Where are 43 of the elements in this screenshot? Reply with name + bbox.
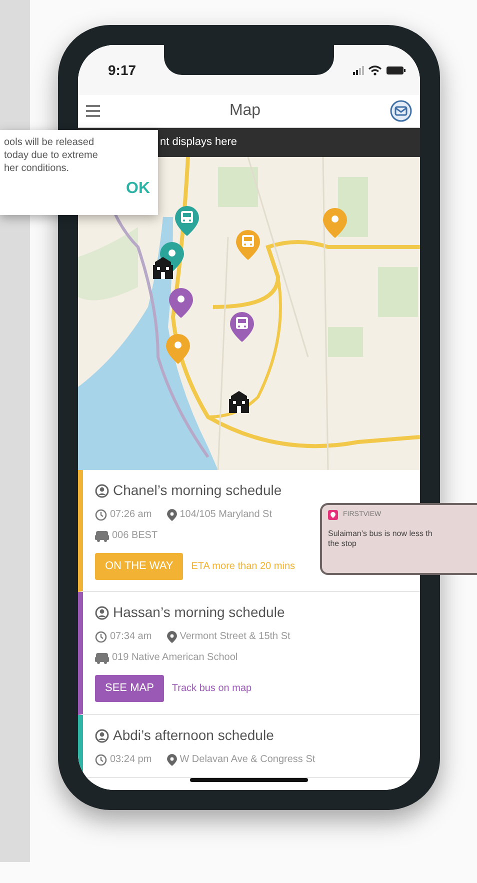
status-button[interactable]: SEE MAP — [95, 675, 164, 702]
schedule-card[interactable]: Hassan’s morning schedule 07:34 am Vermont Street & 15th St 019 Native American School SEE MAP Track bus on map — [78, 592, 420, 715]
clock-icon — [95, 630, 107, 642]
status-note: ETA more than 20 mins — [191, 560, 295, 574]
location-icon — [166, 754, 177, 766]
stop-address: 104/105 Maryland St — [180, 508, 272, 522]
screen-title: Map — [229, 101, 261, 121]
status-time: 9:17 — [108, 60, 136, 80]
bus-pin-icon[interactable] — [235, 229, 261, 261]
notification-text: the stop — [328, 538, 358, 548]
stop-address: Vermont Street & 15th St — [180, 630, 290, 644]
bus-icon — [95, 652, 109, 664]
alert-text: her conditions. — [4, 162, 70, 175]
location-icon — [166, 630, 177, 642]
schedule-title: Hassan’s morning schedule — [113, 603, 285, 622]
user-icon — [95, 728, 109, 742]
bus-pin-icon[interactable] — [229, 311, 255, 343]
pickup-time: 07:34 am — [110, 630, 152, 644]
location-icon — [166, 508, 177, 520]
bus-icon — [95, 530, 109, 542]
schedule-title: Abdi’s afternoon schedule — [113, 726, 274, 745]
school-icon — [152, 257, 174, 279]
bus-name: 006 BEST — [112, 529, 158, 543]
pickup-time: 03:24 pm — [110, 753, 152, 767]
mail-icon[interactable] — [390, 100, 412, 122]
wifi-icon — [368, 64, 382, 76]
user-icon — [95, 606, 109, 620]
alert-text: ools will be released — [4, 136, 96, 149]
status-note: Track bus on map — [172, 682, 252, 696]
bus-name: 019 Native American School — [112, 651, 238, 665]
battery-icon — [386, 66, 406, 74]
app-icon — [328, 510, 338, 520]
stop-address: W Delavan Ave & Congress St — [180, 753, 316, 767]
clock-icon — [95, 508, 107, 520]
menu-icon[interactable] — [86, 105, 100, 117]
alert-text: today due to extreme — [4, 149, 99, 162]
pickup-time: 07:26 am — [110, 508, 152, 522]
announcement-text: nt displays here — [160, 135, 238, 150]
schedule-title: Chanel’s morning schedule — [113, 481, 282, 500]
clock-icon — [95, 754, 107, 766]
school-icon — [228, 391, 250, 413]
signal-icon — [353, 65, 364, 75]
user-icon — [95, 484, 109, 498]
